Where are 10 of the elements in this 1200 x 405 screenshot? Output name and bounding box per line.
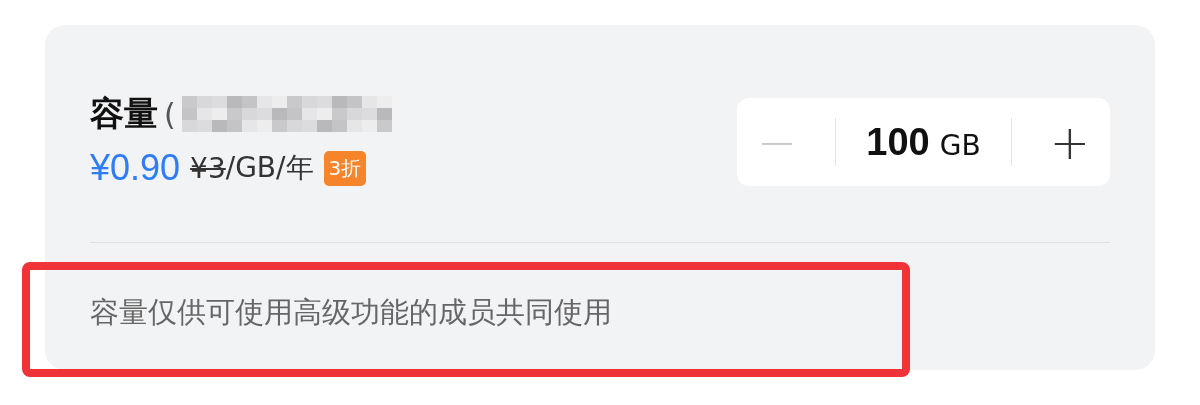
price-unit: /GB/年 — [225, 150, 314, 186]
note-text: 容量仅供可使用高级功能的成员共同使用 — [90, 294, 613, 331]
increment-button[interactable]: + — [1041, 118, 1098, 166]
parenthesis: ( — [164, 96, 176, 132]
section-title: 容量 — [90, 92, 158, 135]
price: ¥0.90 — [90, 147, 181, 189]
original-price: ¥3 — [190, 151, 226, 185]
discount-badge: 3折 — [323, 150, 367, 186]
quantity-value: 100 — [866, 120, 930, 164]
quantity-unit: GB — [939, 128, 981, 162]
